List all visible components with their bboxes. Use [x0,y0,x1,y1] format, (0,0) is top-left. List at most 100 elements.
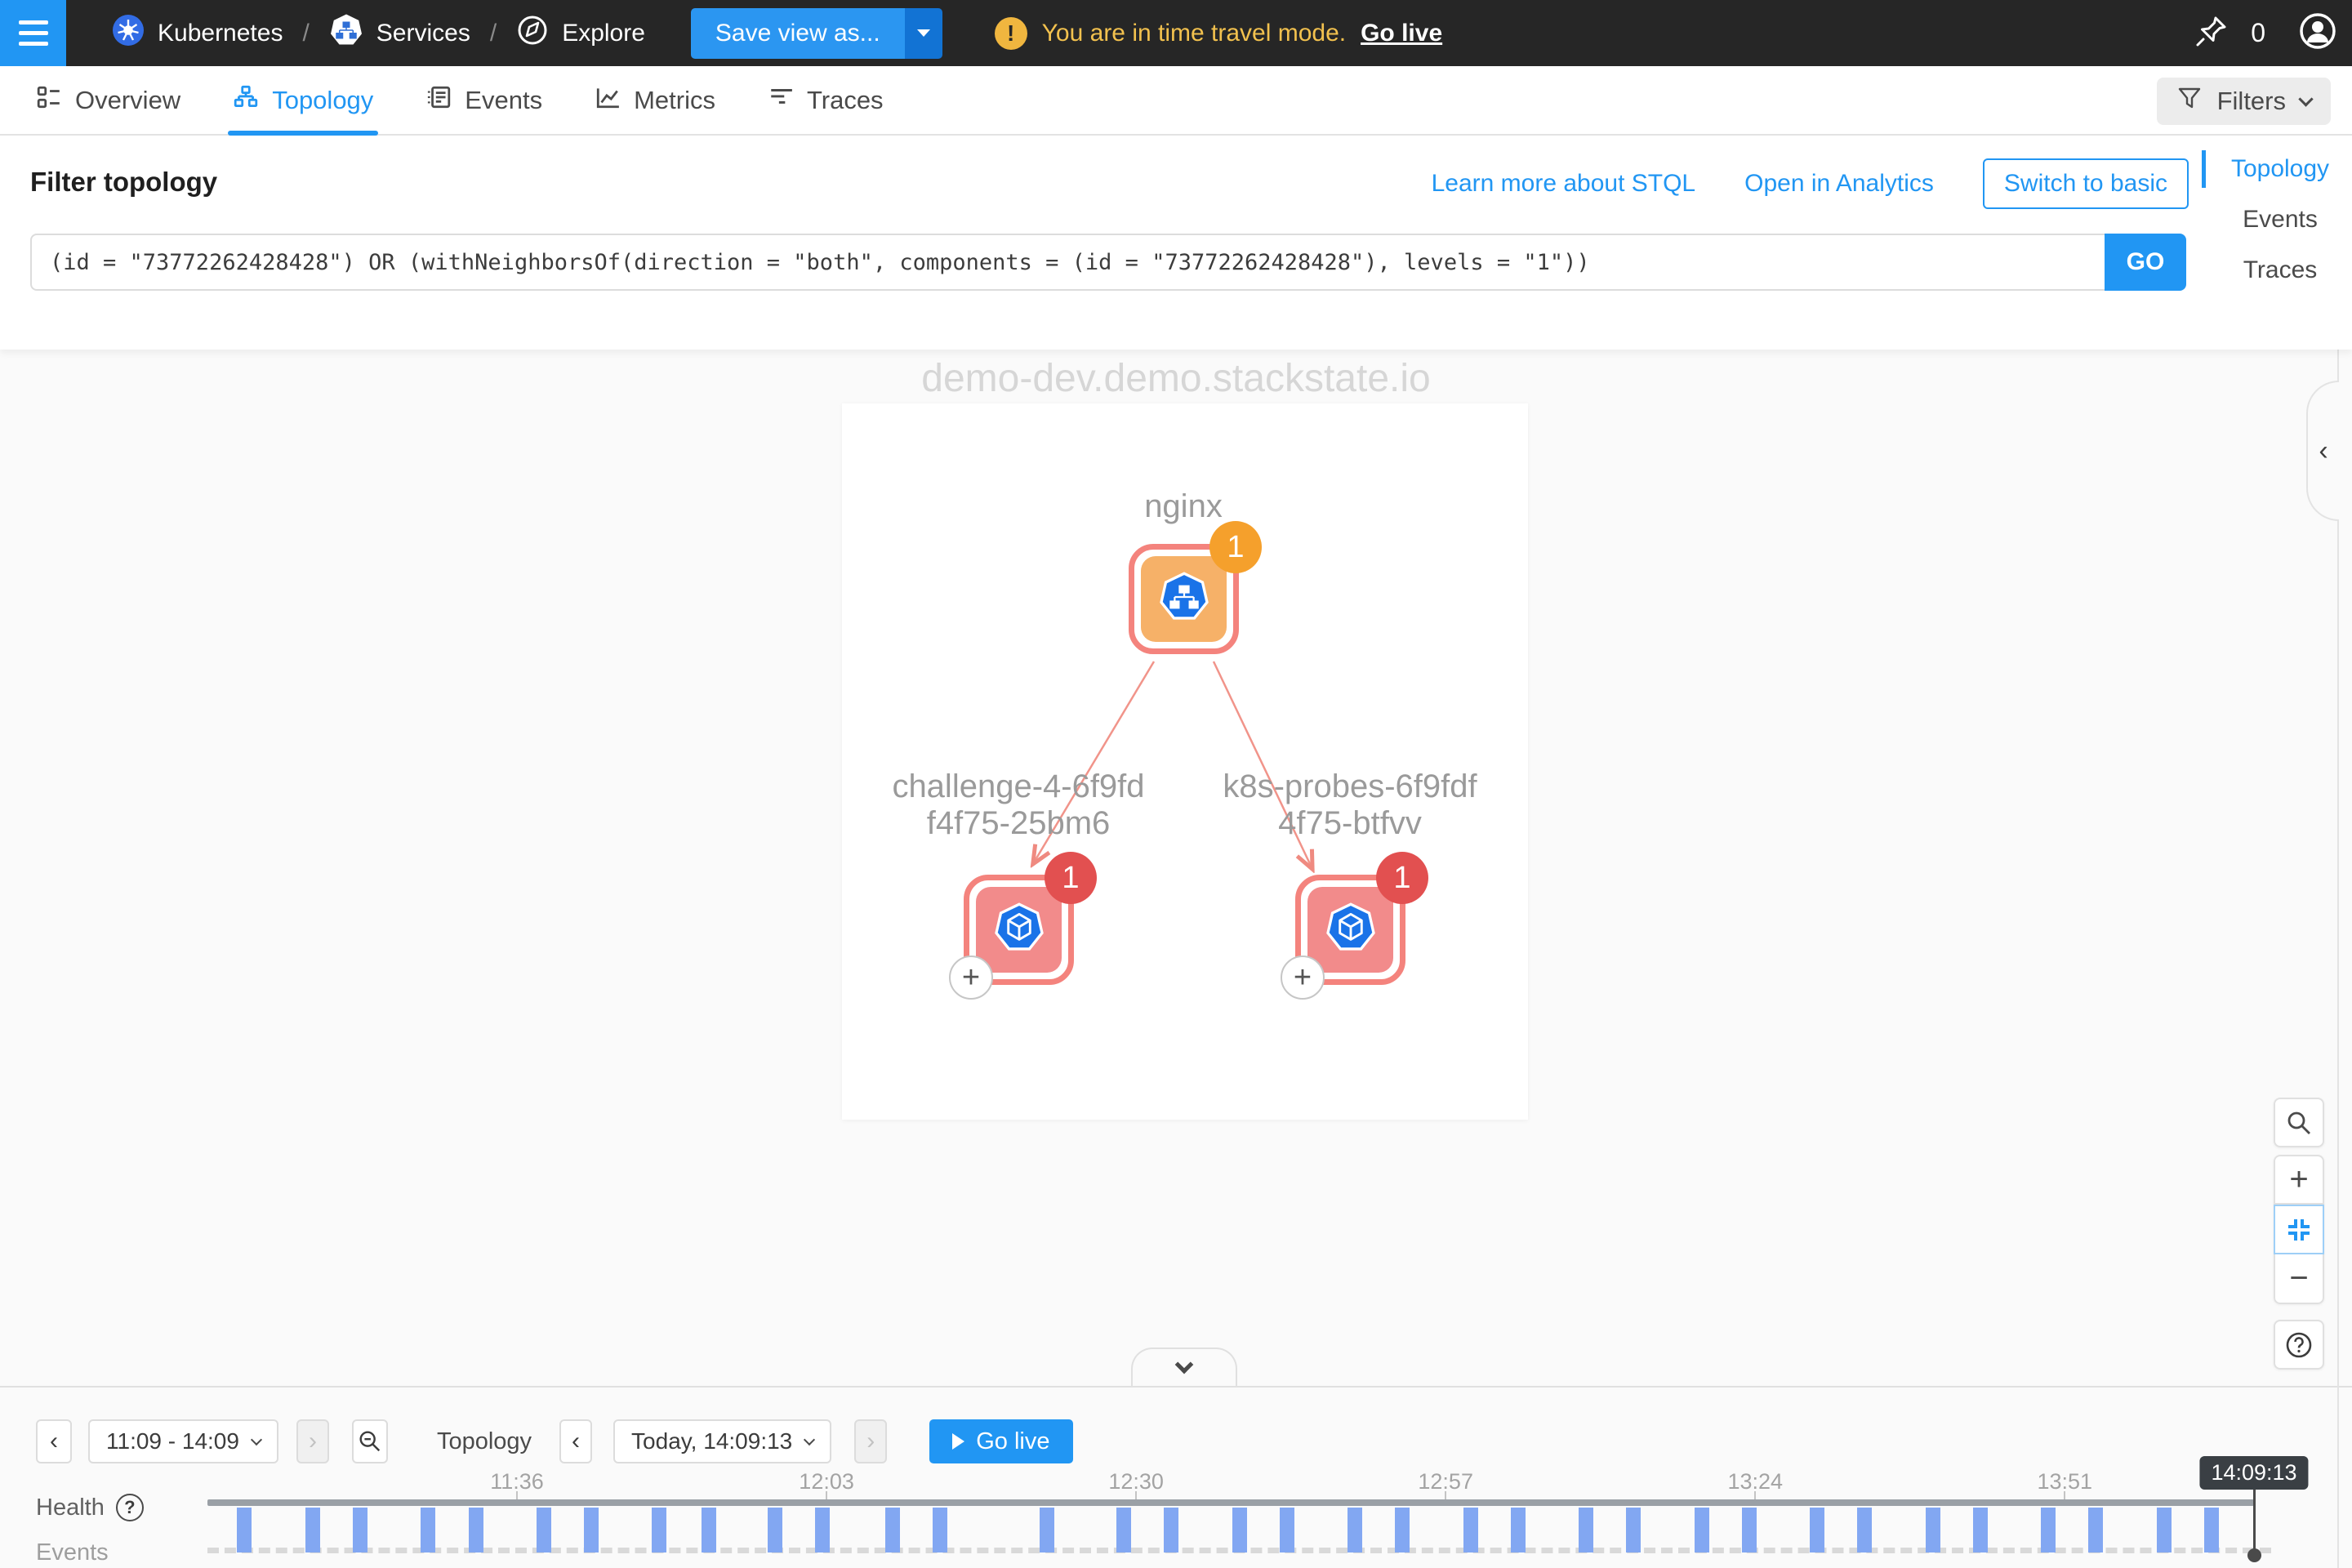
node-challenge-pod[interactable]: 1 + [964,875,1074,985]
timeline-collapse-tab[interactable] [1131,1348,1237,1386]
events-row-label: Events [36,1539,109,1566]
event-bar[interactable] [2041,1508,2056,1552]
chevron-left-icon: ‹ [2319,435,2328,467]
tab-events[interactable]: Events [425,66,542,134]
playhead-dot[interactable] [2247,1548,2261,1562]
expand-neighbors-button[interactable]: + [949,956,993,1000]
health-badge: 1 [1376,852,1428,904]
learn-more-stql-link[interactable]: Learn more about STQL [1432,170,1696,198]
filters-button[interactable]: Filters [2157,78,2331,125]
time-step-forward-button[interactable]: › [854,1419,887,1463]
event-bar[interactable] [1348,1508,1362,1552]
overview-icon [36,84,62,117]
switch-to-basic-button[interactable]: Switch to basic [1983,158,2189,209]
event-bar[interactable] [1810,1508,1824,1552]
filter-topology-title: Filter topology [30,167,217,198]
go-live-link[interactable]: Go live [1361,20,1442,47]
stql-query-input[interactable] [30,234,2105,291]
event-bar[interactable] [1626,1508,1641,1552]
hamburger-menu-button[interactable] [0,0,66,66]
view-type-nav: Topology Events Traces [2216,155,2344,307]
event-bar[interactable] [1232,1508,1247,1552]
canvas-search-button[interactable] [2274,1098,2324,1147]
event-bar[interactable] [305,1508,320,1552]
event-bar[interactable] [2204,1508,2219,1552]
breadcrumb-explore[interactable]: Explore [516,14,645,53]
zoom-in-button[interactable]: + [2274,1155,2324,1205]
health-badge: 1 [1209,521,1262,573]
breadcrumb-separator: / [302,20,309,47]
user-avatar-icon[interactable] [2298,11,2337,55]
fit-to-screen-button[interactable] [2274,1205,2324,1254]
event-bar[interactable] [652,1508,666,1552]
event-bar[interactable] [353,1508,368,1552]
event-bar[interactable] [2157,1508,2172,1552]
time-range-dropdown[interactable]: 11:09 - 14:09 [88,1419,278,1463]
event-bar[interactable] [815,1508,830,1552]
events-icon [425,84,452,117]
timebar-topology-label: Topology [437,1428,532,1455]
event-bar[interactable] [1973,1508,1988,1552]
save-view-caret-button[interactable] [905,8,942,59]
breadcrumb-kubernetes[interactable]: Kubernetes [112,14,283,53]
range-forward-button[interactable]: › [296,1419,329,1463]
save-view-as-button[interactable]: Save view as... [691,8,942,59]
tab-metrics[interactable]: Metrics [595,66,715,134]
time-range-label: 11:09 - 14:09 [106,1428,239,1454]
event-bar[interactable] [1463,1508,1478,1552]
node-k8s-probes-pod[interactable]: 1 + [1295,875,1405,985]
event-bar[interactable] [2088,1508,2103,1552]
breadcrumb-label: Services [376,20,470,47]
event-bar[interactable] [768,1508,782,1552]
go-button[interactable]: GO [2105,234,2186,291]
pin-icon[interactable] [2194,13,2230,53]
view-nav-traces[interactable]: Traces [2216,256,2344,284]
event-bar[interactable] [1579,1508,1593,1552]
expand-neighbors-button[interactable]: + [1281,956,1325,1000]
go-live-label: Go live [976,1428,1049,1455]
tab-overview[interactable]: Overview [36,66,180,134]
current-time-dropdown[interactable]: Today, 14:09:13 [613,1419,831,1463]
breadcrumb-services[interactable]: Services [329,13,470,54]
warning-icon: ! [995,17,1027,50]
event-bar[interactable] [1926,1508,1940,1552]
timeline-zoom-out-button[interactable] [352,1419,388,1463]
zoom-out-button[interactable]: − [2274,1254,2324,1304]
event-bar[interactable] [421,1508,435,1552]
event-bar[interactable] [1395,1508,1410,1552]
event-bar[interactable] [469,1508,483,1552]
event-bar[interactable] [1040,1508,1054,1552]
event-bar[interactable] [537,1508,551,1552]
event-bar[interactable] [702,1508,716,1552]
view-nav-topology[interactable]: Topology [2216,155,2344,183]
event-bar[interactable] [1857,1508,1872,1552]
metrics-icon [595,84,621,117]
event-bar[interactable] [933,1508,947,1552]
pod-hexagon-icon [1325,902,1376,957]
event-bar[interactable] [1164,1508,1178,1552]
open-in-analytics-link[interactable]: Open in Analytics [1744,170,1934,198]
node-nginx[interactable]: 1 [1129,544,1239,654]
event-bar[interactable] [1116,1508,1131,1552]
event-bar[interactable] [885,1508,900,1552]
event-bar[interactable] [1280,1508,1294,1552]
playhead-line[interactable] [2253,1487,2256,1552]
go-live-button[interactable]: Go live [929,1419,1072,1463]
event-bar[interactable] [1742,1508,1757,1552]
event-bar[interactable] [584,1508,599,1552]
health-state-line[interactable] [207,1499,2254,1506]
right-panel-expand-tab[interactable]: ‹ [2306,381,2339,521]
canvas-help-button[interactable] [2274,1320,2324,1370]
tab-traces[interactable]: Traces [768,66,884,134]
range-back-button[interactable]: ‹ [36,1419,72,1463]
event-bar[interactable] [1511,1508,1526,1552]
view-nav-events[interactable]: Events [2216,206,2344,234]
event-bar[interactable] [1695,1508,1709,1552]
tab-topology[interactable]: Topology [233,66,373,134]
help-circle-icon[interactable]: ? [116,1494,144,1521]
event-bar[interactable] [237,1508,252,1552]
kubernetes-icon [112,14,145,53]
topology-canvas[interactable]: demo-dev.demo.stackstate.io nginx [0,350,2352,1386]
time-step-back-button[interactable]: ‹ [559,1419,592,1463]
time-travel-banner: ! You are in time travel mode. Go live [995,17,1442,50]
